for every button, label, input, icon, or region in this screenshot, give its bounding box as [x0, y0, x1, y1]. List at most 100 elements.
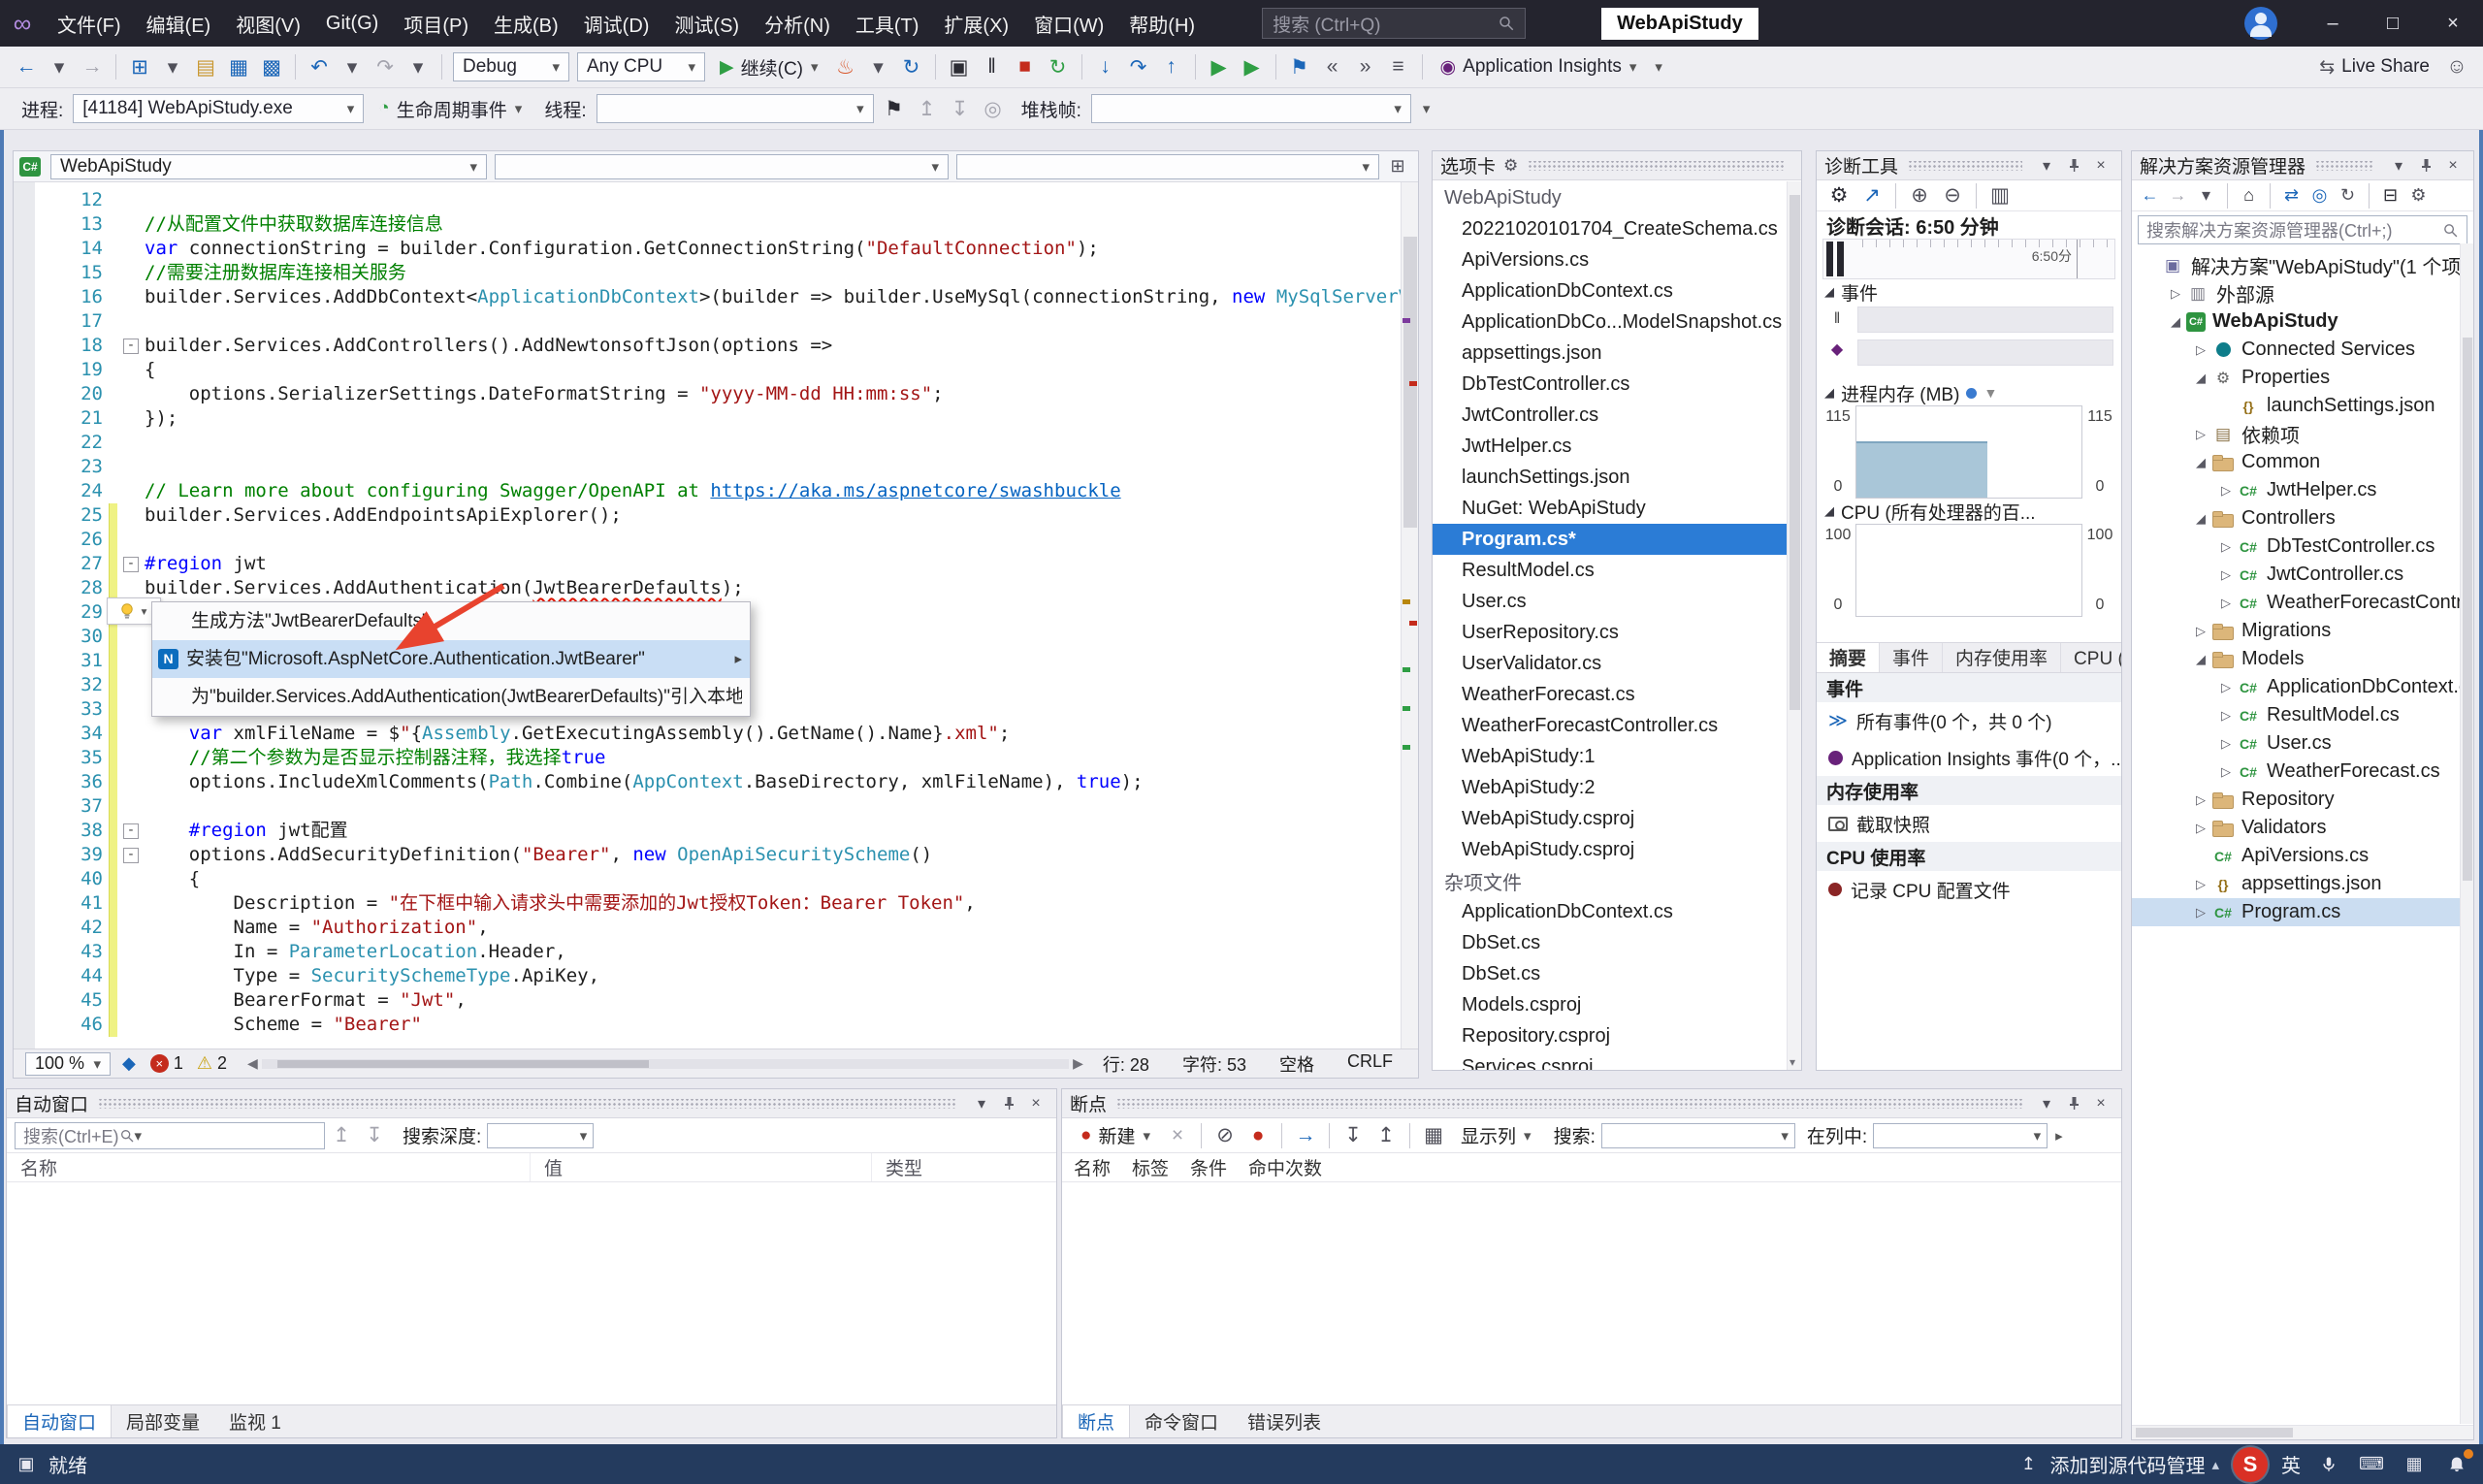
new-breakpoint-button[interactable]: ●新建▾ — [1072, 1121, 1159, 1150]
home-icon[interactable]: ⌂ — [2236, 181, 2262, 210]
diagnostics-tab[interactable]: 摘要 — [1817, 642, 1880, 672]
break-all-icon[interactable]: ▣ — [944, 52, 975, 81]
collapsed-icon[interactable]: ▷ — [2165, 286, 2186, 302]
target-icon[interactable]: ◎ — [978, 94, 1009, 123]
caret-icon[interactable]: ▾ — [337, 52, 368, 81]
open-tab-item[interactable]: WebApiStudy:2 — [1433, 772, 1801, 803]
tree-item[interactable]: ▷WeatherForecastControlle — [2132, 589, 2473, 617]
open-tab-item[interactable]: UserValidator.cs — [1433, 648, 1801, 679]
code-line-43[interactable]: 43 In = ParameterLocation.Header, — [14, 940, 1418, 964]
breakpoints-grid[interactable] — [1062, 1182, 2121, 1404]
bookmark-next-icon[interactable]: » — [1350, 52, 1381, 81]
take-snapshot-link[interactable]: 截取快照 — [1817, 805, 2121, 842]
maximize-button[interactable]: □ — [2363, 0, 2423, 47]
tree-item[interactable]: ◢WebApiStudy — [2132, 307, 2473, 336]
open-tab-item[interactable]: Program.cs* — [1433, 524, 1801, 555]
open-tab-item[interactable]: UserRepository.cs — [1433, 617, 1801, 648]
code-line-34[interactable]: 34 var xmlFileName = $"{Assembly.GetExec… — [14, 722, 1418, 746]
tree-item[interactable]: ApiVersions.cs — [2132, 842, 2473, 870]
menu-item[interactable]: 扩展(X) — [931, 0, 1021, 47]
tool-window-tab[interactable]: 命令窗口 — [1130, 1405, 1233, 1437]
tabs-scrollbar[interactable]: ▾ — [1787, 181, 1801, 1070]
live-share-button[interactable]: ⇆Live Share — [2310, 52, 2438, 81]
import-icon[interactable]: ↥ — [1370, 1121, 1402, 1150]
diagnostics-timeline[interactable]: 6:50分 — [1822, 239, 2115, 279]
code-line-26[interactable]: 26 — [14, 528, 1418, 552]
quick-action-item[interactable]: 生成方法"JwtBearerDefaults" — [152, 602, 750, 640]
pin-icon[interactable] — [2413, 154, 2438, 177]
quick-search-box[interactable]: 搜索 (Ctrl+Q) — [1262, 8, 1526, 39]
code-line-45[interactable]: 45 BearerFormat = "Jwt", — [14, 988, 1418, 1013]
forward-icon[interactable]: → — [77, 52, 108, 81]
fold-collapse-icon[interactable]: - — [123, 557, 139, 572]
tree-item[interactable]: ▷DbTestController.cs — [2132, 532, 2473, 561]
scrollbar-thumb[interactable] — [1790, 195, 1800, 710]
microphone-icon[interactable] — [2314, 1451, 2343, 1478]
collapsed-icon[interactable]: ▷ — [2190, 905, 2211, 920]
open-tab-item[interactable]: ApplicationDbContext.cs — [1433, 275, 1801, 306]
open-tab-item[interactable]: User.cs — [1433, 586, 1801, 617]
indentation-indicator[interactable]: 空格 — [1279, 1051, 1314, 1077]
tool-window-tab[interactable]: 断点 — [1062, 1405, 1130, 1437]
flag-icon[interactable]: ⚑ — [879, 94, 910, 123]
collapsed-icon[interactable]: ▷ — [2215, 736, 2237, 752]
fold-collapse-icon[interactable]: - — [123, 339, 139, 354]
menu-item[interactable]: 视图(V) — [223, 0, 313, 47]
redo-icon[interactable]: ↷ — [370, 52, 401, 81]
step-out-icon[interactable]: ↑ — [1156, 52, 1187, 81]
memory-section-header[interactable]: ◢进程内存 (MB)▼ — [1817, 380, 2121, 405]
notifications-bell-icon[interactable] — [2442, 1451, 2471, 1478]
open-tab-item[interactable]: appsettings.json — [1433, 338, 1801, 369]
scrollbar-thumb[interactable] — [2136, 1428, 2293, 1437]
properties-icon[interactable]: ⚙ — [2405, 181, 2432, 210]
tree-item[interactable]: ▷Repository — [2132, 786, 2473, 814]
tree-item[interactable]: ▷JwtController.cs — [2132, 561, 2473, 589]
tree-item[interactable]: ◢Controllers — [2132, 504, 2473, 532]
collapsed-icon[interactable]: ▷ — [2190, 792, 2211, 808]
open-tab-item[interactable]: NuGet: WebApiStudy — [1433, 493, 1801, 524]
menu-item[interactable]: 生成(B) — [481, 0, 571, 47]
open-tab-item[interactable]: launchSettings.json — [1433, 462, 1801, 493]
new-file-icon[interactable]: ⊞ — [124, 52, 155, 81]
code-line-12[interactable]: 12 — [14, 188, 1418, 212]
tree-item[interactable]: ▷WeatherForecast.cs — [2132, 758, 2473, 786]
pin-icon[interactable] — [2061, 1092, 2086, 1115]
tree-item[interactable]: 解决方案"WebApiStudy"(1 个项目/共... — [2132, 251, 2473, 279]
save-all-icon[interactable]: ▩ — [256, 52, 287, 81]
collapsed-icon[interactable]: ▷ — [2215, 483, 2237, 499]
tree-item[interactable]: ▷ResultModel.cs — [2132, 701, 2473, 729]
in-column-dropdown[interactable]: ▾ — [1873, 1123, 2048, 1148]
events-section-header[interactable]: ◢事件 — [1817, 279, 2121, 305]
quick-action-item[interactable]: N安装包"Microsoft.AspNetCore.Authentication… — [152, 640, 750, 678]
panel-drag-handle[interactable] — [1528, 161, 1784, 171]
caret-icon[interactable]: ▾ — [2193, 181, 2219, 210]
editor-horizontal-scrollbar[interactable]: ◀▶ — [247, 1055, 1083, 1072]
tree-item[interactable]: ▷appsettings.json — [2132, 870, 2473, 898]
expanded-icon[interactable]: ◢ — [2190, 511, 2211, 527]
gear-icon[interactable]: ⚙ — [1823, 181, 1854, 210]
code-line-18[interactable]: 18-builder.Services.AddControllers().Add… — [14, 334, 1418, 358]
record-cpu-profile-link[interactable]: 记录 CPU 配置文件 — [1817, 871, 2121, 908]
forward-icon[interactable]: → — [2165, 181, 2191, 210]
sync-active-icon[interactable]: ◎ — [2306, 181, 2333, 210]
code-line-35[interactable]: 35 //第二个参数为是否显示控制器注释，我选择true — [14, 746, 1418, 770]
code-line-36[interactable]: 36 options.IncludeXmlComments(Path.Combi… — [14, 770, 1418, 794]
menu-item[interactable]: 工具(T) — [843, 0, 932, 47]
account-avatar[interactable] — [2244, 7, 2277, 40]
window-position-icon[interactable]: ▾ — [2034, 1092, 2059, 1115]
breakpoints-search-input[interactable]: ▾ — [1601, 1123, 1795, 1148]
search-depth-dropdown[interactable]: ▾ — [487, 1123, 594, 1148]
open-tab-item[interactable]: WebApiStudy:1 — [1433, 741, 1801, 772]
hot-reload-icon[interactable]: ♨ — [830, 52, 861, 81]
status-icon[interactable]: ▣ — [12, 1451, 41, 1478]
tree-item[interactable]: ▷Connected Services — [2132, 336, 2473, 364]
chart-icon[interactable]: ▥ — [1984, 181, 2015, 210]
line-ending-indicator[interactable]: CRLF — [1347, 1051, 1393, 1077]
menu-item[interactable]: 编辑(E) — [134, 0, 224, 47]
ime-indicator[interactable]: 英 — [2281, 1450, 2301, 1478]
scroll-right-icon[interactable]: ▶ — [1073, 1055, 1083, 1072]
menu-item[interactable]: 分析(N) — [752, 0, 843, 47]
tree-item[interactable]: ◢Models — [2132, 645, 2473, 673]
add-to-source-control-button[interactable]: ↥ 添加到源代码管理 ▴ — [2014, 1450, 2219, 1478]
code-area[interactable]: 1213//从配置文件中获取数据库连接信息14var connectionStr… — [14, 182, 1418, 1048]
